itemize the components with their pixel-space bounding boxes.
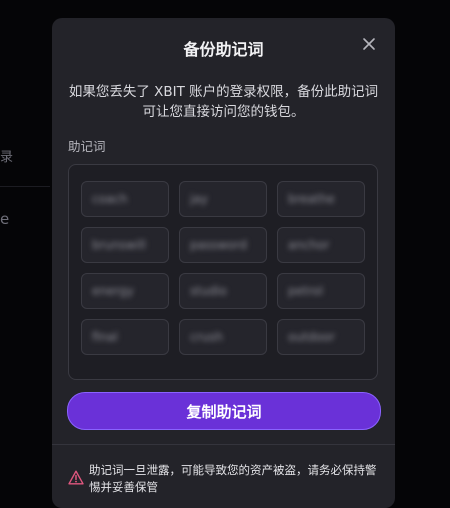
mnemonic-words-box: coach jay breathe brunswill password anc… bbox=[68, 164, 378, 380]
background-divider bbox=[0, 186, 50, 187]
copy-mnemonic-button[interactable]: 复制助记词 bbox=[67, 392, 381, 430]
mnemonic-word: password bbox=[179, 227, 267, 263]
mnemonic-grid: coach jay breathe brunswill password anc… bbox=[81, 181, 365, 355]
modal-title: 备份助记词 bbox=[183, 40, 264, 59]
warning-text: 助记词一旦泄露，可能导致您的资产被盗，请务必保持警惕并妥善保管 bbox=[89, 463, 377, 494]
close-icon bbox=[363, 38, 375, 50]
mnemonic-word: crush bbox=[179, 319, 267, 355]
mnemonic-word: breathe bbox=[277, 181, 365, 217]
mnemonic-word: jay bbox=[179, 181, 267, 217]
warning-divider bbox=[52, 444, 395, 445]
mnemonic-word: outdoor bbox=[277, 319, 365, 355]
mnemonic-word: final bbox=[81, 319, 169, 355]
modal-description: 如果您丢失了 XBIT 账户的登录权限，备份此助记词可让您直接访问您的钱包。 bbox=[68, 84, 379, 120]
mnemonic-word: studio bbox=[179, 273, 267, 309]
mnemonic-word: brunswill bbox=[81, 227, 169, 263]
mnemonic-word: anchor bbox=[277, 227, 365, 263]
mnemonic-label: 助记词 bbox=[68, 139, 106, 154]
backup-mnemonic-modal: 备份助记词 如果您丢失了 XBIT 账户的登录权限，备份此助记词可让您直接访问您… bbox=[52, 18, 395, 508]
mnemonic-word: coach bbox=[81, 181, 169, 217]
warning-triangle-icon bbox=[68, 470, 84, 485]
mnemonic-word: petrol bbox=[277, 273, 365, 309]
close-button[interactable] bbox=[361, 36, 377, 52]
mnemonic-word: energy bbox=[81, 273, 169, 309]
background-text-2: e bbox=[0, 210, 10, 228]
background-text-1: 录 bbox=[0, 150, 14, 165]
